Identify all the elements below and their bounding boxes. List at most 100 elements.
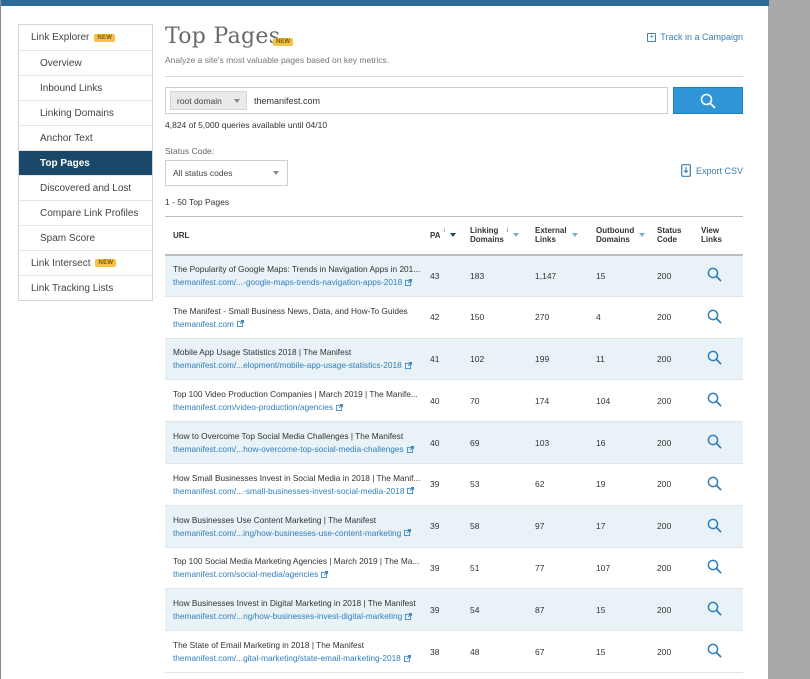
outbound-domains-cell: 16 bbox=[596, 437, 606, 448]
col-header-pa[interactable]: PA i bbox=[426, 216, 466, 256]
sidebar-item-link-explorer[interactable]: Link Explorer NEW bbox=[19, 25, 152, 50]
external-links-cell: 103 bbox=[535, 437, 550, 448]
status-code-cell: 200 bbox=[657, 395, 672, 406]
status-row: All status codes Export CSV bbox=[165, 160, 743, 186]
table-row: How Small Businesses Invest in Social Me… bbox=[165, 463, 743, 506]
sort-icon bbox=[571, 233, 578, 238]
table-row: How to Overcome Top Social Media Challen… bbox=[165, 421, 743, 464]
linking-domains-cell: 70 bbox=[470, 395, 480, 406]
sidebar-item-compare-link-profiles[interactable]: Compare Link Profiles bbox=[19, 200, 152, 225]
linking-domains-cell: 54 bbox=[470, 604, 480, 615]
page-url-link[interactable]: themanifest.com/...how-overcome-top-soci… bbox=[173, 444, 426, 454]
sidebar-item-link-tracking-lists[interactable]: Link Tracking Lists bbox=[19, 275, 152, 300]
magnifier-icon bbox=[707, 643, 722, 658]
page-url-link[interactable]: themanifest.com bbox=[173, 319, 426, 329]
outbound-domains-cell: 107 bbox=[596, 562, 611, 573]
page-title-text: The Popularity of Google Maps: Trends in… bbox=[173, 264, 421, 275]
sidebar: Link Explorer NEW Overview Inbound Links Lin… bbox=[18, 24, 153, 301]
view-links-button[interactable] bbox=[697, 463, 743, 505]
search-input[interactable]: root domain themanifest.com bbox=[165, 87, 668, 114]
search-button[interactable] bbox=[673, 87, 743, 114]
linking-domains-cell: 51 bbox=[470, 562, 480, 573]
sidebar-item-linking-domains[interactable]: Linking Domains bbox=[19, 100, 152, 125]
view-links-button[interactable] bbox=[697, 505, 743, 547]
sidebar-item-label: Inbound Links bbox=[40, 82, 103, 94]
sidebar-item-anchor-text[interactable]: Anchor Text bbox=[19, 125, 152, 150]
page-title-text: Top 100 Video Production Companies | Mar… bbox=[173, 389, 418, 400]
pa-cell: 40 bbox=[430, 395, 440, 406]
status-code-cell: 200 bbox=[657, 646, 672, 657]
page-url-link[interactable]: themanifest.com/...-small-businesses-inv… bbox=[173, 486, 426, 496]
col-header-linking-domains[interactable]: Linking Domains i bbox=[466, 216, 531, 256]
outbound-domains-cell: 19 bbox=[596, 479, 606, 490]
table-row: Top 100 Video Production Companies | Mar… bbox=[165, 380, 743, 422]
col-header-url: URL bbox=[165, 216, 426, 256]
view-links-button[interactable] bbox=[697, 380, 743, 422]
view-links-button[interactable] bbox=[697, 422, 743, 464]
external-link-icon bbox=[404, 529, 412, 537]
page-url-link[interactable]: themanifest.com/video-production/agencie… bbox=[173, 402, 426, 412]
external-link-icon bbox=[405, 612, 413, 620]
sidebar-item-link-intersect[interactable]: Link Intersect NEW bbox=[19, 250, 152, 275]
app-frame: Link Explorer NEW Overview Inbound Links Lin… bbox=[0, 0, 769, 679]
track-in-campaign-label: Track in a Campaign bbox=[660, 32, 743, 42]
view-links-button[interactable] bbox=[697, 547, 743, 589]
page-url-link[interactable]: themanifest.com/...ing/how-businesses-us… bbox=[173, 528, 426, 538]
view-links-button[interactable] bbox=[697, 589, 743, 631]
url-cell: How Businesses Use Content Marketing | T… bbox=[165, 505, 426, 547]
sidebar-item-label: Compare Link Profiles bbox=[40, 207, 139, 219]
sort-icon bbox=[639, 233, 646, 238]
sidebar-item-top-pages[interactable]: Top Pages bbox=[19, 150, 152, 175]
page-title: Top Pages bbox=[165, 24, 281, 49]
sidebar-item-label: Anchor Text bbox=[40, 132, 93, 144]
info-icon: i bbox=[506, 227, 509, 234]
sidebar-item-inbound-links[interactable]: Inbound Links bbox=[19, 75, 152, 100]
divider bbox=[165, 76, 743, 77]
status-code-cell: 200 bbox=[657, 604, 672, 615]
status-code-dropdown[interactable]: All status codes bbox=[165, 160, 288, 186]
page-url-link[interactable]: themanifest.com/...gital-marketing/state… bbox=[173, 653, 426, 663]
col-header-outbound-domains[interactable]: Outbound Domains bbox=[592, 216, 653, 256]
top-pages-table: URL PA i Linking Domains i External Links Ou… bbox=[165, 216, 743, 673]
page-url-link[interactable]: themanifest.com/...ng/how-businesses-inv… bbox=[173, 611, 426, 621]
url-cell: The Manifest - Small Business News, Data… bbox=[165, 296, 426, 338]
main-content: Top Pages NEW + Track in a Campaign Anal… bbox=[165, 24, 743, 673]
magnifier-icon bbox=[707, 476, 722, 491]
outbound-domains-cell: 15 bbox=[596, 604, 606, 615]
pa-cell: 38 bbox=[430, 646, 440, 657]
track-in-campaign-link[interactable]: + Track in a Campaign bbox=[647, 32, 743, 42]
view-links-button[interactable] bbox=[697, 338, 743, 380]
page-url-link[interactable]: themanifest.com/...elopment/mobile-app-u… bbox=[173, 360, 426, 370]
url-cell: How Small Businesses Invest in Social Me… bbox=[165, 463, 426, 505]
magnifier-icon bbox=[707, 392, 722, 407]
magnifier-icon bbox=[707, 560, 722, 574]
url-cell: Top 100 Social Media Marketing Agencies … bbox=[165, 547, 426, 589]
linking-domains-cell: 58 bbox=[470, 521, 480, 532]
linking-domains-cell: 48 bbox=[470, 646, 480, 657]
page-title-text: Top 100 Social Media Marketing Agencies … bbox=[173, 556, 420, 567]
col-header-external-links[interactable]: External Links bbox=[531, 216, 592, 256]
sidebar-item-spam-score[interactable]: Spam Score bbox=[19, 225, 152, 250]
scope-dropdown[interactable]: root domain bbox=[170, 91, 247, 110]
title-row: Top Pages NEW + Track in a Campaign bbox=[165, 24, 743, 52]
page-url-link[interactable]: themanifest.com/...-google-maps-trends-n… bbox=[173, 277, 426, 287]
sidebar-item-discovered-and-lost[interactable]: Discovered and Lost bbox=[19, 175, 152, 200]
view-links-button[interactable] bbox=[697, 296, 743, 338]
status-code-cell: 200 bbox=[657, 312, 672, 323]
new-badge: NEW bbox=[95, 259, 117, 267]
page-title-text: How Small Businesses Invest in Social Me… bbox=[173, 472, 421, 483]
export-csv-link[interactable]: Export CSV bbox=[681, 164, 743, 177]
scope-dropdown-value: root domain bbox=[177, 95, 222, 106]
external-link-icon bbox=[236, 320, 244, 328]
pa-cell: 41 bbox=[430, 353, 440, 364]
status-code-cell: 200 bbox=[657, 270, 672, 281]
linking-domains-cell: 69 bbox=[470, 437, 480, 448]
view-links-button[interactable] bbox=[697, 255, 743, 297]
page-url-link[interactable]: themanifest.com/social-media/agencies bbox=[173, 569, 426, 579]
sidebar-item-label: Discovered and Lost bbox=[40, 182, 132, 194]
table-row: The Popularity of Google Maps: Trends in… bbox=[165, 254, 743, 297]
view-links-button[interactable] bbox=[697, 631, 743, 673]
search-icon bbox=[700, 93, 716, 108]
table-row: How Businesses Use Content Marketing | T… bbox=[165, 505, 743, 548]
sidebar-item-overview[interactable]: Overview bbox=[19, 50, 152, 75]
